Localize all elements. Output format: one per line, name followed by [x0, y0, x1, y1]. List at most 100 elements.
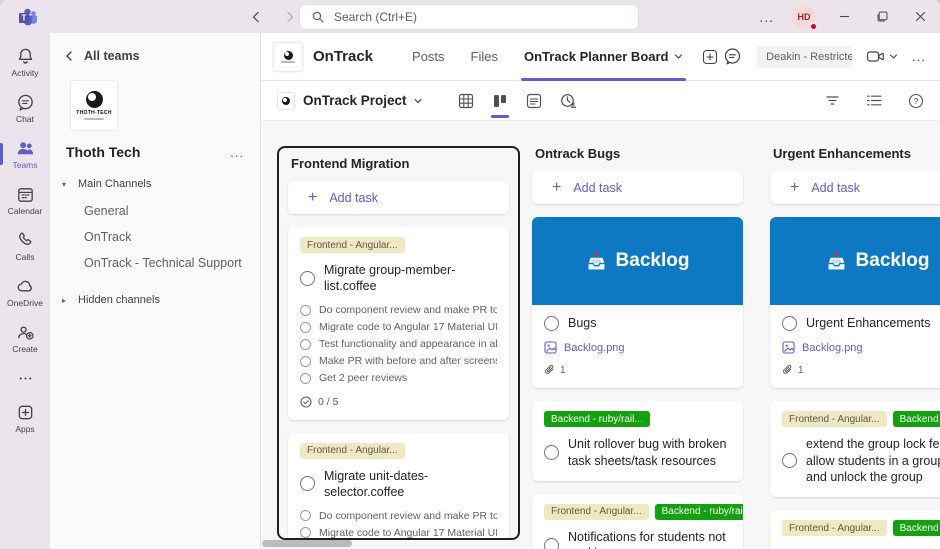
task-checkbox[interactable] — [300, 476, 315, 491]
add-task-button[interactable]: +Add task — [532, 171, 743, 204]
hidden-channels-section[interactable]: ▸ Hidden channels — [50, 286, 260, 314]
rail-item-teams[interactable]: Teams — [0, 135, 50, 174]
group-by-button[interactable] — [866, 93, 882, 108]
rail-item-more[interactable] — [0, 365, 50, 392]
channel-list: GeneralOnTrackOnTrack - Technical Suppor… — [50, 198, 260, 276]
card-labels: Frontend - Angular...Backend - ruby/rail… — [782, 411, 940, 427]
progress-count: 0 / 5 — [318, 396, 338, 408]
horizontal-scrollbar[interactable] — [262, 540, 352, 547]
minimize-button[interactable] — [834, 7, 854, 27]
task-card[interactable]: Frontend - Angular...Backend - ruby/rail… — [532, 494, 743, 549]
checklist-checkbox[interactable] — [300, 322, 311, 333]
channel-chat-icon[interactable] — [723, 47, 742, 66]
user-avatar[interactable]: HD — [792, 5, 816, 29]
task-checkbox[interactable] — [782, 316, 797, 331]
back-arrow-icon[interactable] — [250, 11, 262, 23]
rail-item-onedrive[interactable]: OneDrive — [0, 273, 50, 312]
caret-down-icon: ▾ — [62, 180, 70, 189]
create-people-plus-icon — [16, 323, 35, 342]
task-checkbox[interactable] — [544, 445, 559, 460]
board-column-frontend-migration[interactable]: Frontend Migration+Add taskFrontend - An… — [277, 146, 520, 540]
filter-button[interactable] — [825, 93, 840, 108]
rail-item-apps[interactable]: Apps — [0, 399, 50, 438]
card-label: Backend - ruby/rail... — [544, 411, 650, 427]
rail-item-calls[interactable]: Calls — [0, 227, 50, 266]
board-column-ontrack-bugs[interactable]: Ontrack Bugs+Add taskBacklogBugsBacklog.… — [532, 146, 743, 549]
tab-posts[interactable]: Posts — [399, 33, 458, 81]
notes-view-button[interactable] — [517, 81, 551, 121]
charts-view-icon — [560, 93, 576, 109]
forward-arrow-icon[interactable] — [284, 11, 296, 23]
channel-item-ontrack[interactable]: OnTrack — [50, 224, 260, 250]
all-teams-label: All teams — [84, 49, 140, 63]
card-title: Urgent Enhancements — [806, 315, 930, 331]
channel-more-button[interactable]: ... — [912, 49, 926, 64]
main-area: OnTrack PostsFilesOnTrack Planner Board … — [261, 33, 940, 549]
rail-item-label: Chat — [16, 114, 34, 124]
task-card[interactable]: Backend - ruby/rail...Unit rollover bug … — [532, 401, 743, 481]
add-task-button[interactable]: +Add task — [770, 171, 940, 204]
checklist-checkbox[interactable] — [300, 373, 311, 384]
attachment-link[interactable]: Backlog.png — [782, 341, 940, 354]
charts-view-button[interactable] — [551, 81, 585, 121]
checklist-checkbox[interactable] — [300, 305, 311, 316]
checklist-checkbox[interactable] — [300, 510, 311, 521]
task-card[interactable]: Frontend - Angular...Migrate group-membe… — [288, 227, 509, 420]
card-title: Migrate unit-dates-selector.coffee — [324, 468, 497, 501]
titlebar-more-button[interactable]: ... — [759, 9, 774, 25]
task-checkbox[interactable] — [544, 538, 559, 549]
svg-text:?: ? — [914, 96, 919, 106]
channel-item-ontrack-technical-support[interactable]: OnTrack - Technical Support — [50, 250, 260, 276]
teams-people-icon — [16, 139, 35, 158]
image-task-card[interactable]: BacklogUrgent EnhancementsBacklog.png1 — [770, 217, 940, 388]
card-labels: Frontend - Angular... — [300, 443, 497, 459]
rail-item-activity[interactable]: Activity — [0, 43, 50, 82]
checklist: Do component review and make PR to thoth… — [300, 304, 497, 385]
add-tab-button[interactable] — [702, 49, 718, 65]
checklist-checkbox[interactable] — [300, 339, 311, 350]
team-more-button[interactable]: ... — [230, 145, 244, 160]
rail-item-label: Create — [12, 344, 38, 354]
attachment-link[interactable]: Backlog.png — [544, 341, 731, 354]
table-view-button[interactable] — [449, 81, 483, 121]
card-label: Frontend - Angular... — [300, 443, 405, 459]
checklist-item: Test functionality and appearance in all… — [300, 338, 497, 351]
card-title: Bugs — [568, 315, 597, 331]
close-button[interactable] — [910, 7, 930, 27]
board-column-urgent-enhancements[interactable]: Urgent Enhancements+Add taskBacklogUrgen… — [770, 146, 940, 549]
meet-now-button[interactable] — [866, 47, 898, 66]
task-checkbox[interactable] — [782, 453, 797, 468]
task-card[interactable]: Frontend - Angular... Migrate unit-dates-… — [288, 433, 509, 541]
search-input[interactable]: Search (Ctrl+E) — [300, 5, 638, 29]
tab-files[interactable]: Files — [458, 33, 511, 81]
project-name: OnTrack Project — [303, 93, 407, 108]
project-chevron-icon[interactable] — [413, 96, 423, 106]
rail-item-create[interactable]: Create — [0, 319, 50, 358]
column-title: Urgent Enhancements — [773, 146, 940, 161]
maximize-button[interactable] — [872, 7, 892, 27]
checklist-text: Do component review and make PR to thoth — [319, 510, 497, 522]
help-button[interactable]: ? — [908, 93, 924, 109]
main-channels-section[interactable]: ▾ Main Channels — [50, 170, 260, 198]
tab-ontrack-planner-board[interactable]: OnTrack Planner Board — [511, 33, 696, 81]
checklist-checkbox[interactable] — [300, 356, 311, 367]
task-checkbox[interactable] — [544, 316, 559, 331]
table-view-icon — [458, 93, 474, 109]
all-teams-back[interactable]: All teams — [50, 45, 260, 67]
add-task-label: Add task — [811, 181, 860, 195]
progress-check-icon — [300, 396, 312, 408]
checklist-checkbox[interactable] — [300, 527, 311, 538]
task-checkbox[interactable] — [300, 271, 315, 286]
board-view-button[interactable] — [483, 81, 517, 121]
tab-label: Posts — [412, 49, 445, 64]
add-task-button[interactable]: +Add task — [288, 181, 509, 214]
rail-item-chat[interactable]: Chat — [0, 89, 50, 128]
team-row[interactable]: Thoth Tech ... — [50, 140, 260, 164]
task-card[interactable]: Frontend - Angular...Backend - ruby/rail… — [770, 510, 940, 549]
card-title: extend the group lock feature tallow stu… — [806, 436, 940, 485]
channel-item-general[interactable]: General — [50, 198, 260, 224]
rail-item-calendar[interactable]: Calendar — [0, 181, 50, 220]
image-task-card[interactable]: BacklogBugsBacklog.png1 — [532, 217, 743, 388]
task-card[interactable]: Frontend - Angular...Backend - ruby/rail… — [770, 401, 940, 497]
team-logo[interactable]: THOTH-TECH — [71, 81, 117, 130]
